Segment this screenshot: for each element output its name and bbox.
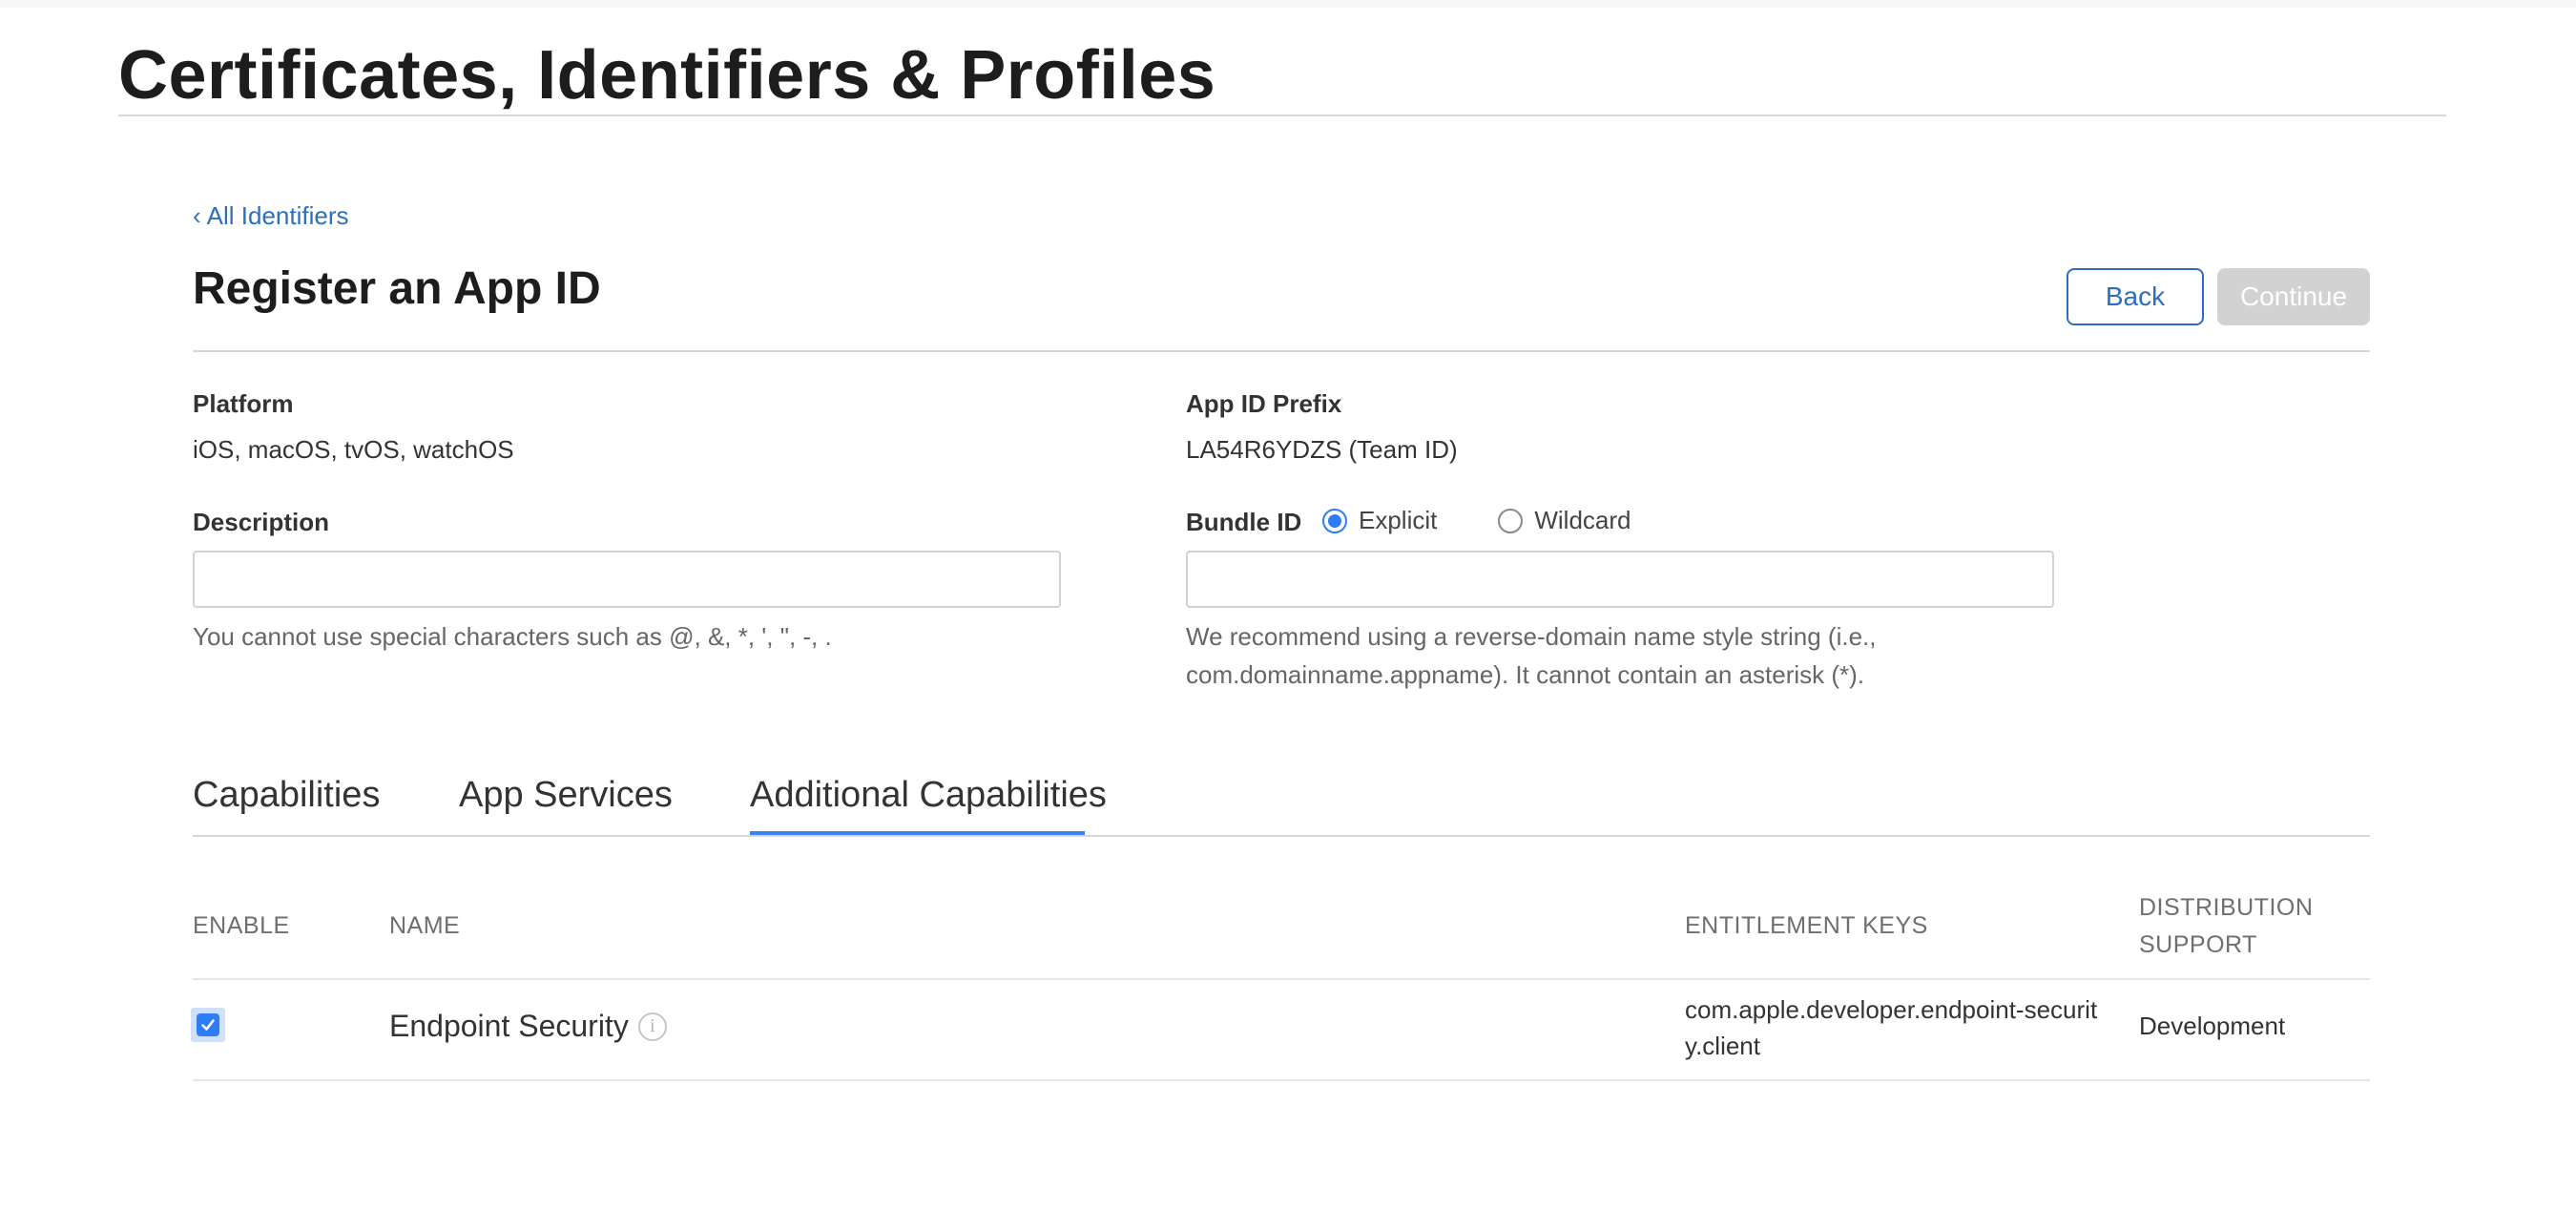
wildcard-radio[interactable]	[1498, 508, 1524, 533]
checkbox-checked-icon	[197, 1013, 219, 1036]
page-title: Certificates, Identifiers & Profiles	[118, 37, 1216, 114]
all-identifiers-label: All Identifiers	[206, 201, 349, 230]
info-icon[interactable]: i	[637, 1012, 667, 1041]
explicit-radio-label: Explicit	[1359, 506, 1438, 534]
description-hint: You cannot use special characters such a…	[193, 622, 832, 651]
capability-name-text: Endpoint Security	[389, 1009, 629, 1043]
bundle-id-hint-line-1: We recommend using a reverse-domain name…	[1186, 622, 1877, 651]
column-header-entitlement-keys: ENTITLEMENT KEYS	[1685, 912, 1928, 939]
tab-capabilities[interactable]: Capabilities	[193, 775, 380, 816]
table-header-divider	[193, 978, 2370, 980]
bundle-id-label: Bundle ID	[1186, 508, 1302, 536]
column-header-name: NAME	[389, 912, 461, 939]
column-header-enable: ENABLE	[193, 912, 290, 939]
section-title: Register an App ID	[193, 263, 601, 314]
platform-label: Platform	[193, 389, 294, 418]
platform-value: iOS, macOS, tvOS, watchOS	[193, 435, 514, 464]
all-identifiers-link[interactable]: ‹ All Identifiers	[193, 201, 349, 231]
entitlement-key: com.apple.developer.endpoint-security.cl…	[1685, 995, 2098, 1060]
tab-app-services[interactable]: App Services	[459, 775, 673, 816]
back-button[interactable]: Back	[2067, 268, 2204, 325]
bundle-id-input[interactable]	[1186, 551, 2054, 608]
wildcard-radio-option[interactable]: Wildcard	[1498, 506, 1631, 535]
section-divider	[193, 350, 2370, 352]
explicit-radio[interactable]	[1322, 508, 1347, 533]
tabs-divider	[193, 835, 2370, 837]
top-bar	[0, 0, 2576, 8]
explicit-radio-option[interactable]: Explicit	[1322, 506, 1437, 535]
wildcard-radio-label: Wildcard	[1534, 506, 1631, 534]
capability-name: Endpoint Security i	[389, 1009, 667, 1044]
column-header-distribution-support: DISTRIBUTION SUPPORT	[2139, 889, 2313, 964]
app-id-prefix-value: LA54R6YDZS (Team ID)	[1186, 435, 1458, 464]
table-row-divider	[193, 1079, 2370, 1081]
description-label: Description	[193, 508, 330, 536]
enable-checkbox[interactable]	[191, 1008, 225, 1042]
tab-additional-capabilities[interactable]: Additional Capabilities	[750, 775, 1107, 816]
chevron-left-icon: ‹	[193, 201, 201, 230]
column-header-distribution-line-1: DISTRIBUTION	[2139, 894, 2314, 921]
description-input[interactable]	[193, 551, 1061, 608]
title-divider	[118, 115, 2446, 116]
column-header-distribution-line-2: SUPPORT	[2139, 931, 2257, 958]
bundle-id-hint: We recommend using a reverse-domain name…	[1186, 617, 1876, 694]
distribution-support: Development	[2139, 1012, 2286, 1040]
continue-button[interactable]: Continue	[2217, 268, 2370, 325]
app-id-prefix-label: App ID Prefix	[1186, 389, 1342, 418]
bundle-id-hint-line-2: com.domainname.appname). It cannot conta…	[1186, 660, 1865, 689]
bundle-id-type-radio-group: Explicit Wildcard	[1322, 506, 1693, 535]
